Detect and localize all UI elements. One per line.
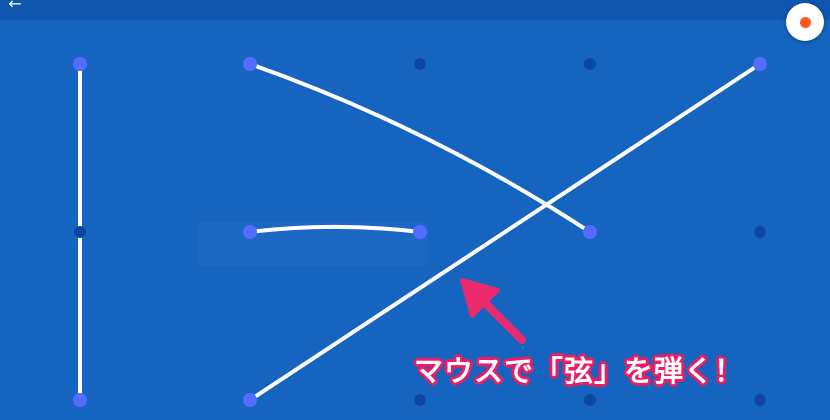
annotation-caption: マウスで「弦」を弾く！ bbox=[414, 354, 745, 388]
peg-3-0[interactable] bbox=[584, 58, 596, 70]
peg-0-2[interactable] bbox=[73, 393, 87, 407]
peg-4-2[interactable] bbox=[754, 394, 766, 406]
peg-4-1[interactable] bbox=[754, 226, 766, 238]
peg-3-1[interactable] bbox=[583, 225, 597, 239]
peg-2-0[interactable] bbox=[414, 58, 426, 70]
record-button[interactable] bbox=[786, 3, 824, 41]
peg-2-2[interactable] bbox=[414, 394, 426, 406]
peg-1-2[interactable] bbox=[243, 393, 257, 407]
peg-4-0[interactable] bbox=[753, 57, 767, 71]
peg-0-1[interactable] bbox=[74, 226, 86, 238]
pointer-arrow bbox=[460, 278, 526, 344]
peg-1-1[interactable] bbox=[243, 225, 257, 239]
peg-0-0[interactable] bbox=[73, 57, 87, 71]
peg-3-2[interactable] bbox=[584, 394, 596, 406]
string-board-app: ← マウスで「弦」を弾く！ bbox=[0, 0, 830, 420]
record-icon bbox=[800, 17, 811, 28]
peg-2-1[interactable] bbox=[413, 225, 427, 239]
peg-1-0[interactable] bbox=[243, 57, 257, 71]
string-2[interactable] bbox=[248, 62, 592, 234]
